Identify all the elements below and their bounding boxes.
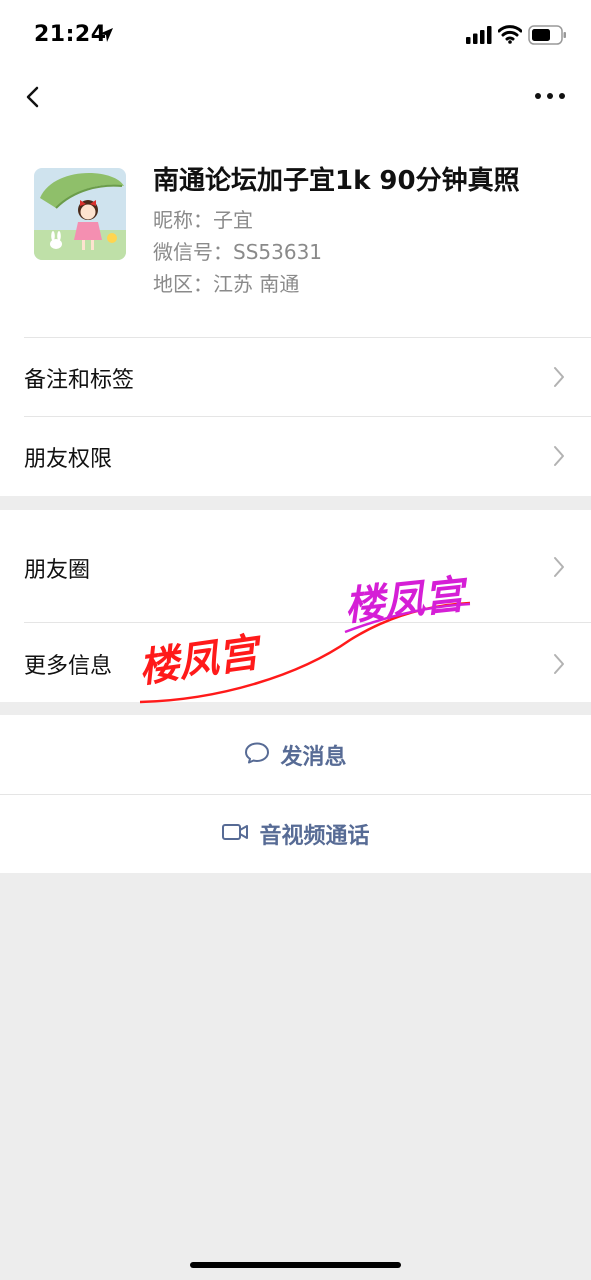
menu-item-label: 朋友权限 bbox=[24, 447, 113, 472]
chevron-right-icon bbox=[552, 444, 566, 472]
divider bbox=[24, 622, 591, 623]
menu-item-label: 朋友圈 bbox=[24, 558, 91, 583]
chevron-left-icon[interactable] bbox=[16, 78, 52, 114]
divider bbox=[24, 337, 591, 338]
profile-header: 南通论坛加子宜1k 90分钟真照 昵称：子宜 微信号：SS53631 地区：江苏… bbox=[0, 130, 591, 337]
menu-item-label: 备注和标签 bbox=[24, 368, 135, 393]
menu-item-remarks-tags[interactable]: 备注和标签 bbox=[0, 337, 591, 416]
avatar[interactable] bbox=[34, 168, 126, 260]
signal-icon bbox=[466, 26, 492, 48]
action-group: 发消息 音视频通话 bbox=[0, 715, 591, 873]
chat-bubble-icon bbox=[244, 741, 270, 769]
profile-name: 南通论坛加子宜1k 90分钟真照 bbox=[153, 166, 520, 196]
action-label: 发消息 bbox=[280, 744, 347, 770]
profile-region: 地区：江苏 南通 bbox=[153, 272, 300, 296]
location-arrow-icon bbox=[98, 27, 114, 47]
profile-wechat-id: 微信号：SS53631 bbox=[153, 240, 323, 264]
home-indicator[interactable] bbox=[190, 1262, 401, 1268]
status-time: 21:24 bbox=[34, 22, 107, 47]
menu-item-more-info[interactable]: 更多信息 bbox=[0, 622, 591, 702]
divider bbox=[24, 416, 591, 417]
voice-video-call-button[interactable]: 音视频通话 bbox=[0, 794, 591, 873]
menu-item-friend-permissions[interactable]: 朋友权限 bbox=[0, 416, 591, 495]
chevron-right-icon bbox=[552, 555, 566, 583]
menu-group-settings: 备注和标签 朋友权限 bbox=[0, 337, 591, 496]
chevron-right-icon bbox=[552, 365, 566, 393]
profile-nickname: 昵称：子宜 bbox=[153, 208, 253, 232]
video-camera-icon bbox=[221, 822, 249, 846]
send-message-button[interactable]: 发消息 bbox=[0, 715, 591, 794]
more-dots-icon[interactable] bbox=[530, 84, 570, 108]
menu-group-moments: 朋友圈 更多信息 bbox=[0, 510, 591, 702]
menu-item-moments[interactable]: 朋友圈 bbox=[0, 510, 591, 622]
chevron-right-icon bbox=[552, 652, 566, 680]
battery-icon bbox=[528, 25, 568, 49]
wifi-icon bbox=[497, 24, 523, 48]
nav-bar bbox=[0, 70, 591, 130]
action-label: 音视频通话 bbox=[259, 823, 370, 849]
menu-item-label: 更多信息 bbox=[24, 654, 113, 679]
status-bar: 21:24 bbox=[0, 0, 591, 70]
